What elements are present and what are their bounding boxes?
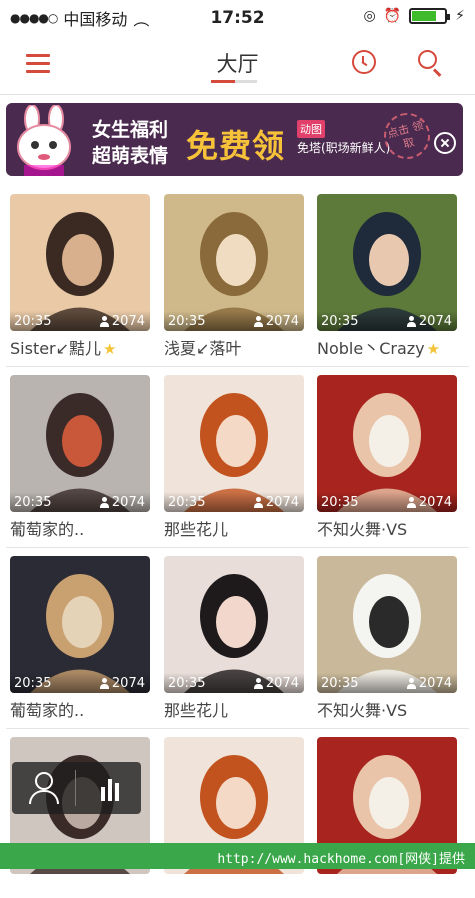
- room-card[interactable]: 20:35 2074 那些花儿: [164, 375, 304, 539]
- room-title: 那些花儿: [164, 697, 304, 720]
- viewer-count: 2074: [265, 676, 299, 691]
- room-card[interactable]: 20:35 2074 Noble丶Crazy ★: [317, 194, 457, 358]
- room-thumbnail: 20:35 2074: [164, 556, 304, 693]
- room-card[interactable]: 20:35 2074 浅夏↙落叶: [164, 194, 304, 358]
- room-thumbnail: 20:35 2074: [164, 194, 304, 331]
- search-icon[interactable]: [418, 50, 444, 77]
- room-duration: 20:35: [14, 495, 52, 510]
- room-card[interactable]: 20:35 2074 Sister↙黠儿 ★: [10, 194, 150, 358]
- room-card[interactable]: 20:35 2074 不知火舞·VS: [317, 556, 457, 720]
- room-title-text: 那些花儿: [164, 520, 229, 539]
- row-divider: [6, 366, 469, 367]
- banner-line-1: 女生福利: [92, 119, 169, 141]
- room-duration: 20:35: [321, 314, 359, 329]
- room-title-text: 葡萄家的..: [10, 701, 85, 720]
- viewer-count: 2074: [111, 495, 145, 510]
- user-icon[interactable]: [12, 762, 74, 814]
- room-title: 那些花儿: [164, 516, 304, 539]
- room-duration: 20:35: [168, 314, 206, 329]
- banner-subline: 免塔(职场新鲜人): [297, 141, 391, 155]
- bar-chart-icon[interactable]: [78, 762, 141, 814]
- clock-icon[interactable]: [352, 50, 376, 74]
- viewer-icon: [253, 497, 263, 508]
- rabbit-mascot-icon: [17, 105, 71, 176]
- banner-line-2: 超萌表情: [92, 145, 169, 167]
- room-title: 葡萄家的..: [10, 516, 150, 539]
- viewer-count: 2074: [418, 495, 452, 510]
- room-title: 不知火舞·VS: [317, 697, 457, 720]
- viewer-icon: [99, 316, 109, 327]
- room-title-text: Noble丶Crazy: [317, 339, 425, 358]
- page-title: 大厅: [216, 52, 259, 76]
- nav-bar: 大厅: [0, 36, 475, 95]
- viewer-icon: [253, 316, 263, 327]
- room-title-text: 不知火舞·VS: [317, 520, 408, 539]
- close-icon[interactable]: [434, 132, 456, 154]
- room-title-text: Sister↙黠儿: [10, 339, 102, 358]
- viewer-icon: [253, 678, 263, 689]
- promo-banner[interactable]: 女生福利 超萌表情 免费领 动图 免塔(职场新鲜人) 点击 领取: [6, 103, 463, 176]
- viewer-count: 2074: [418, 314, 452, 329]
- room-duration: 20:35: [168, 676, 206, 691]
- viewer-count: 2074: [111, 676, 145, 691]
- room-title: Noble丶Crazy ★: [317, 335, 457, 358]
- room-title: 葡萄家的..: [10, 697, 150, 720]
- viewer-count: 2074: [111, 314, 145, 329]
- alarm-icon: ⏰: [383, 8, 402, 24]
- room-duration: 20:35: [168, 495, 206, 510]
- room-duration: 20:35: [321, 495, 359, 510]
- room-card[interactable]: 20:35 2074 不知火舞·VS: [317, 375, 457, 539]
- watermark-bar: http://www.hackhome.com[网侠]提供: [0, 843, 475, 869]
- viewer-icon: [406, 316, 416, 327]
- status-bar: ●●●●○ 中国移动 ︵ 17:52 ◎ ⏰ ⚡: [0, 0, 475, 36]
- room-title: 浅夏↙落叶: [164, 335, 304, 358]
- battery-icon: [409, 8, 451, 24]
- room-title: [10, 878, 150, 898]
- room-duration: 20:35: [14, 314, 52, 329]
- room-card[interactable]: [317, 737, 457, 898]
- viewer-icon: [406, 678, 416, 689]
- room-duration: 20:35: [14, 676, 52, 691]
- room-title-text: 不知火舞·VS: [317, 701, 408, 720]
- room-card[interactable]: 20:35 2074 那些花儿: [164, 556, 304, 720]
- room-title: [317, 878, 457, 898]
- viewer-count: 2074: [265, 495, 299, 510]
- room-duration: 20:35: [321, 676, 359, 691]
- star-icon: ★: [103, 340, 117, 358]
- room-thumbnail: 20:35 2074: [10, 556, 150, 693]
- room-thumbnail: 20:35 2074: [10, 194, 150, 331]
- room-thumbnail: 20:35 2074: [10, 375, 150, 512]
- room-card[interactable]: 20:35 2074 葡萄家的..: [10, 375, 150, 539]
- room-card[interactable]: 20:35 2074 葡萄家的..: [10, 556, 150, 720]
- room-title: 不知火舞·VS: [317, 516, 457, 539]
- room-title: Sister↙黠儿 ★: [10, 335, 150, 358]
- room-thumbnail: 20:35 2074: [317, 194, 457, 331]
- viewer-icon: [99, 678, 109, 689]
- viewer-count: 2074: [265, 314, 299, 329]
- row-divider: [6, 547, 469, 548]
- charging-icon: ⚡: [455, 8, 465, 24]
- toolbar-divider: [75, 770, 76, 806]
- room-thumbnail: 20:35 2074: [164, 375, 304, 512]
- watermark-text: http://www.hackhome.com[网侠]提供: [217, 852, 465, 867]
- room-title: [164, 878, 304, 898]
- room-thumbnail: 20:35 2074: [317, 375, 457, 512]
- lock-rotation-icon: ◎: [363, 8, 376, 24]
- viewer-icon: [406, 497, 416, 508]
- row-divider: [6, 728, 469, 729]
- banner-headline: 免费领: [186, 127, 286, 165]
- viewer-count: 2074: [418, 676, 452, 691]
- room-title-text: 葡萄家的..: [10, 520, 85, 539]
- floating-toolbar: [12, 762, 141, 814]
- room-title-text: 浅夏↙落叶: [164, 339, 242, 358]
- room-thumbnail: 20:35 2074: [317, 556, 457, 693]
- title-indicator: [211, 80, 257, 83]
- star-icon: ★: [426, 340, 441, 358]
- viewer-icon: [99, 497, 109, 508]
- room-title-text: 那些花儿: [164, 701, 229, 720]
- room-card[interactable]: [164, 737, 304, 898]
- banner-tag: 动图: [297, 120, 325, 138]
